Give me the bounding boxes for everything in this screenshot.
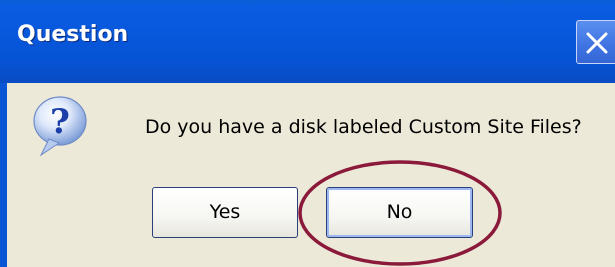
close-button[interactable]: [576, 20, 615, 64]
dialog-title: Question: [17, 22, 129, 47]
window-left-border: [0, 83, 7, 267]
close-icon: [586, 32, 608, 54]
dialog-body: [7, 83, 615, 267]
dialog-message: Do you have a disk labeled Custom Site F…: [145, 116, 582, 138]
yes-button[interactable]: Yes: [152, 187, 298, 238]
title-bar: Question: [0, 0, 615, 83]
no-button[interactable]: No: [326, 187, 473, 238]
question-dialog: Question ? Do you have a disk labeled Cu…: [0, 0, 615, 267]
question-icon: ?: [27, 92, 97, 162]
svg-text:?: ?: [50, 102, 70, 142]
